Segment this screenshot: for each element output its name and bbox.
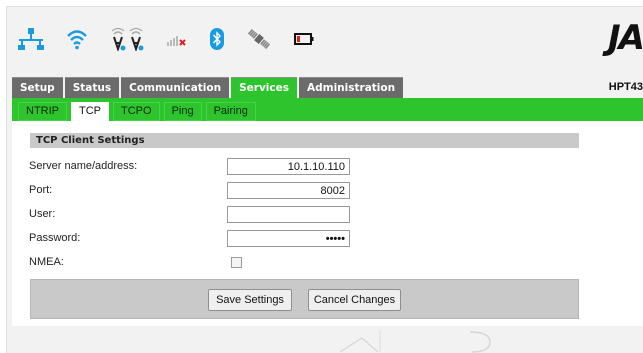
port-label: Port:	[29, 184, 53, 196]
sub-tab-bar: NTRIP TCP TCPO Ping Pairing	[12, 98, 643, 121]
wifi-icon	[66, 28, 88, 50]
subtab-pairing[interactable]: Pairing	[205, 102, 256, 121]
user-input[interactable]	[227, 206, 350, 223]
section-title: TCP Client Settings	[30, 133, 579, 148]
server-address-input[interactable]: 10.1.10.110	[227, 158, 350, 175]
signal-bars-icon	[166, 31, 188, 47]
main-tabs: Setup Status Communication Services Admi…	[12, 77, 405, 98]
port-input[interactable]: 8002	[227, 182, 350, 199]
button-bar: Save Settings Cancel Changes	[30, 279, 579, 319]
bluetooth-icon	[210, 28, 224, 50]
tab-setup[interactable]: Setup	[12, 77, 63, 98]
tab-communication[interactable]: Communication	[121, 77, 230, 98]
subtab-tcp[interactable]: TCP	[71, 102, 109, 121]
device-model: HPT43	[608, 81, 643, 93]
password-label: Password:	[29, 232, 81, 244]
subtab-ntrip[interactable]: NTRIP	[18, 102, 67, 121]
nmea-label: NMEA:	[29, 256, 64, 268]
user-label: User:	[29, 208, 56, 220]
tab-status[interactable]: Status	[64, 77, 120, 98]
network-icon	[18, 27, 44, 51]
tab-administration[interactable]: Administration	[299, 77, 404, 98]
save-settings-button[interactable]: Save Settings	[208, 289, 292, 311]
satellite-icon	[246, 26, 272, 52]
battery-icon	[294, 32, 314, 46]
status-icons-bar	[18, 22, 336, 56]
subtab-tcpo[interactable]: TCPO	[113, 102, 160, 121]
watermark-graphic	[340, 330, 491, 353]
brand-logo: JA	[608, 18, 643, 58]
password-input[interactable]: •••••	[227, 230, 350, 247]
radio-antenna-icon	[110, 27, 144, 51]
nmea-checkbox[interactable]	[231, 257, 242, 268]
settings-panel: TCP Client Settings Server name/address:…	[12, 121, 643, 326]
server-label: Server name/address:	[29, 160, 138, 172]
subtab-ping[interactable]: Ping	[163, 102, 202, 121]
tab-services[interactable]: Services	[231, 77, 297, 98]
cancel-changes-button[interactable]: Cancel Changes	[308, 289, 401, 311]
